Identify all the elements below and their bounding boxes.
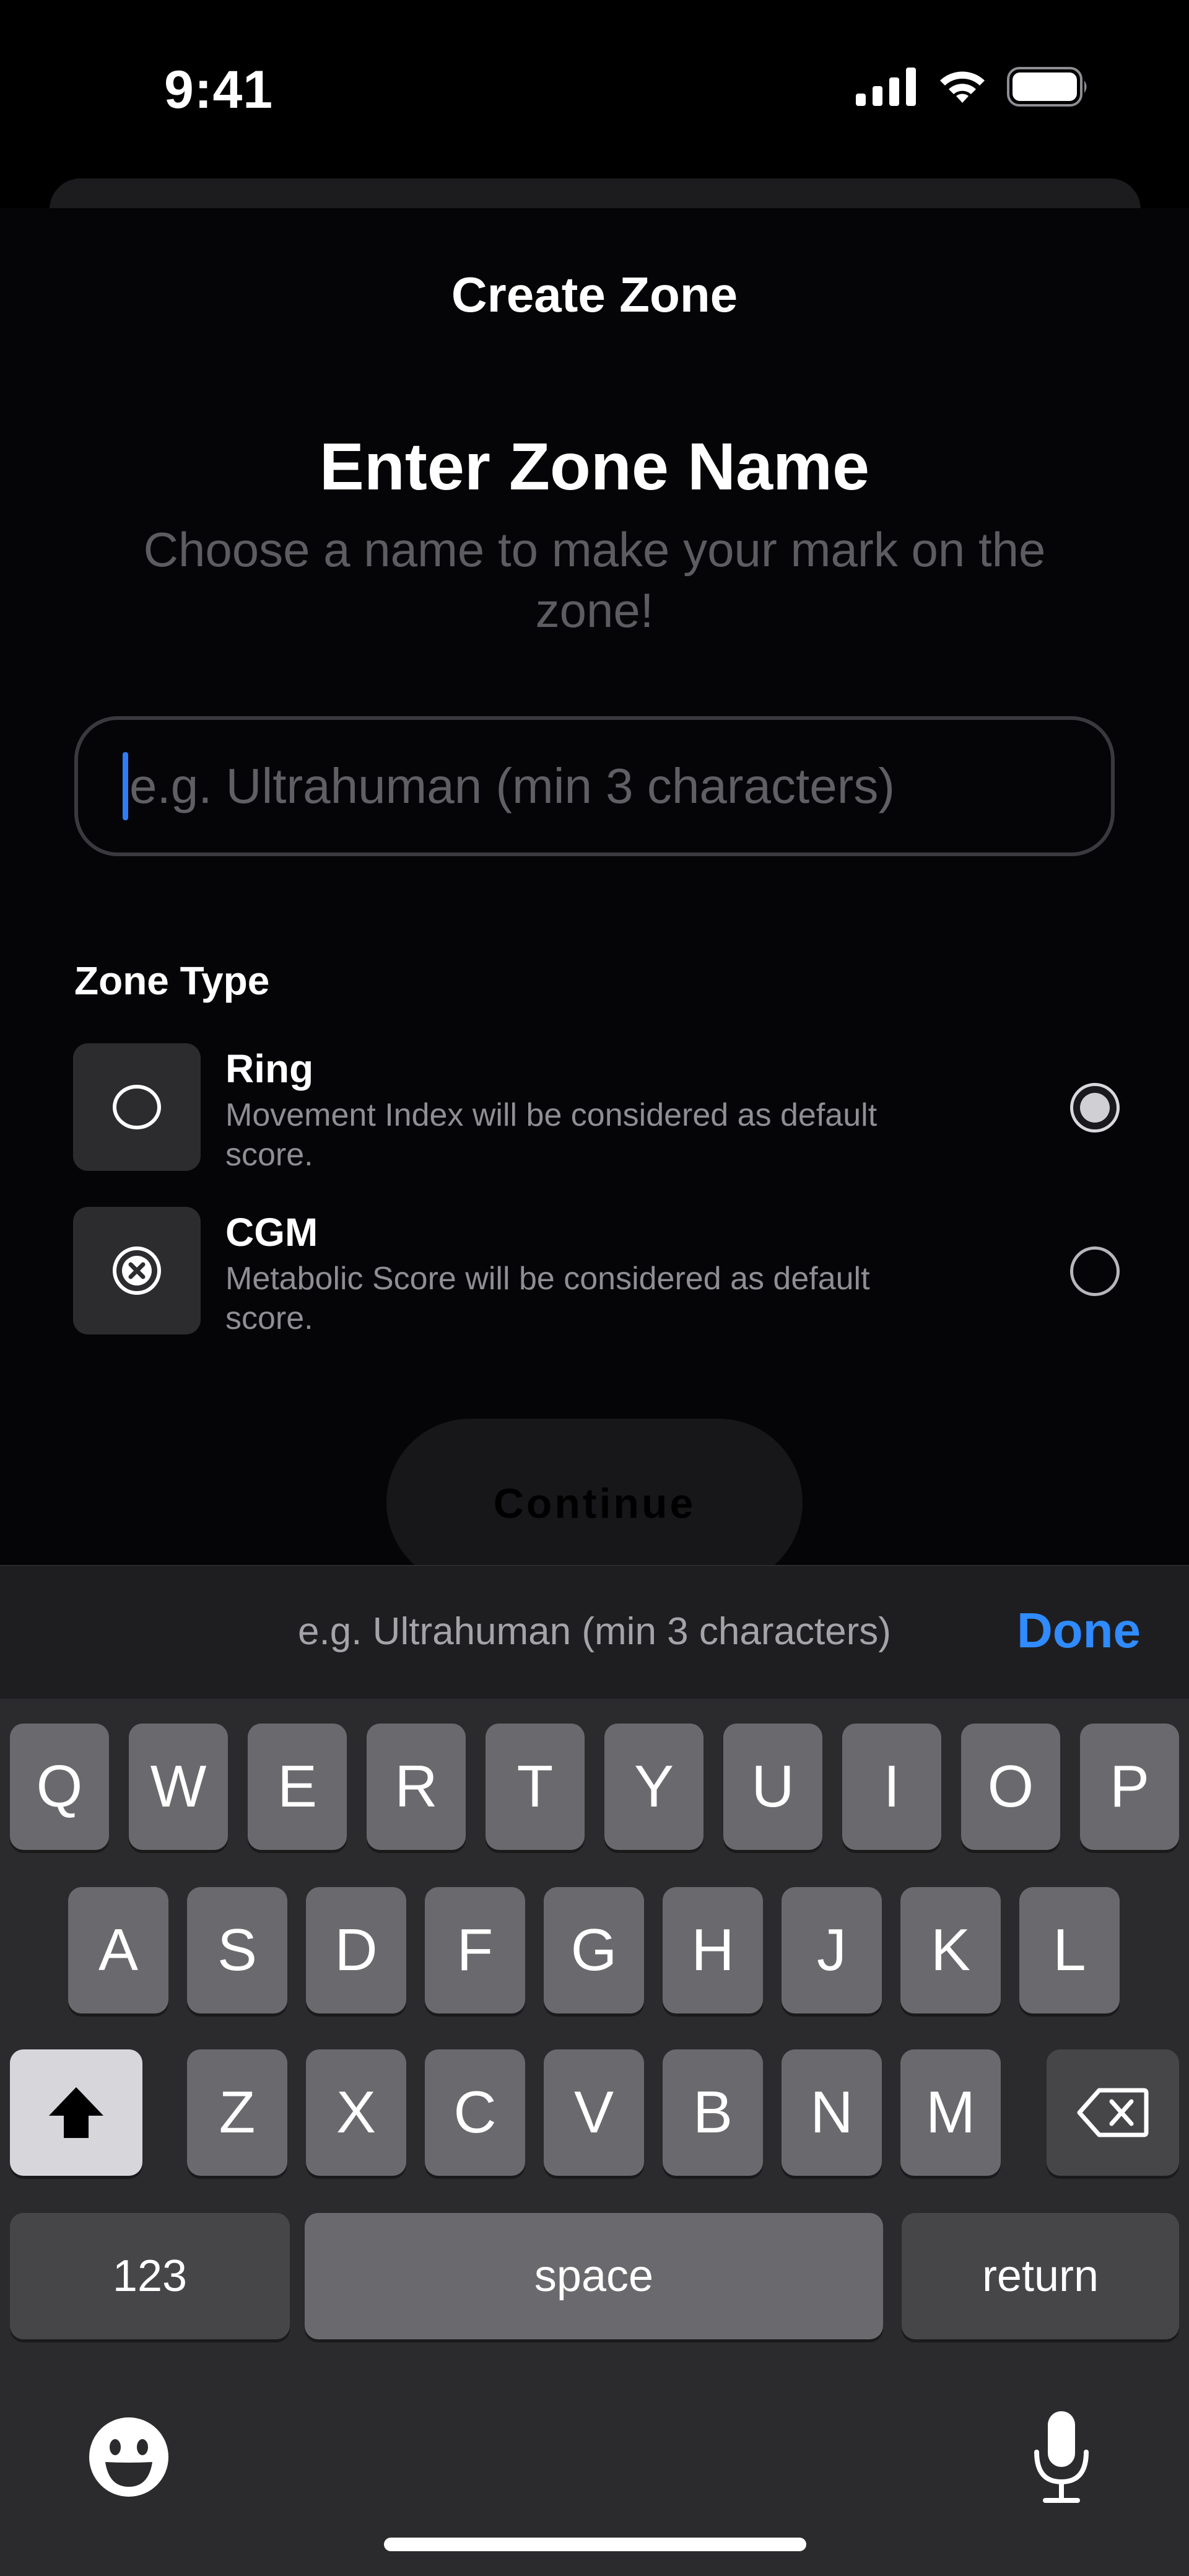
cellular-signal-icon [856, 68, 916, 106]
microphone-icon [1034, 2411, 1089, 2503]
key-c[interactable]: C [425, 2049, 525, 2176]
key-t[interactable]: T [486, 1724, 585, 1850]
page-heading: Enter Zone Name [319, 429, 870, 504]
dictation-key[interactable] [1030, 2409, 1092, 2508]
key-j[interactable]: J [782, 1887, 882, 2013]
zone-name-field[interactable] [74, 716, 1115, 856]
key-k[interactable]: K [900, 1887, 1001, 2013]
numbers-key[interactable]: 123 [10, 2213, 290, 2339]
zone-type-option-ring[interactable]: Ring Movement Index will be considered a… [73, 1043, 1120, 1173]
key-q[interactable]: Q [10, 1724, 109, 1850]
sheet-title: Create Zone [451, 267, 738, 322]
key-h[interactable]: H [663, 1887, 763, 2013]
emoji-key[interactable] [87, 2415, 171, 2502]
zone-name-input[interactable] [128, 758, 1074, 815]
zone-type-description: Metabolic Score will be considered as de… [225, 1261, 870, 1336]
key-p[interactable]: P [1080, 1724, 1179, 1850]
shift-icon [49, 2087, 103, 2138]
keyboard: Q W E R T Y U I O P A S D F G H J K L Z … [0, 1699, 1189, 2576]
done-button[interactable]: Done [1017, 1602, 1141, 1659]
key-l[interactable]: L [1019, 1887, 1120, 2013]
key-w[interactable]: W [129, 1724, 228, 1850]
zone-type-label: Zone Type [74, 958, 270, 1003]
zone-type-title: CGM [225, 1210, 318, 1255]
key-u[interactable]: U [723, 1724, 822, 1850]
zone-type-title: Ring [225, 1046, 314, 1091]
key-n[interactable]: N [782, 2049, 882, 2176]
emoji-icon [89, 2417, 168, 2497]
key-f[interactable]: F [425, 1887, 525, 2013]
key-x[interactable]: X [306, 2049, 406, 2176]
key-v[interactable]: V [544, 2049, 644, 2176]
key-i[interactable]: I [842, 1724, 941, 1850]
create-zone-sheet [0, 208, 1189, 1571]
ring-icon [73, 1043, 201, 1171]
return-key[interactable]: return [902, 2213, 1179, 2339]
key-d[interactable]: D [306, 1887, 406, 2013]
wifi-icon [940, 71, 985, 103]
status-bar: 9:41 [0, 0, 1189, 173]
radio-cgm[interactable] [1070, 1246, 1120, 1296]
space-key[interactable]: space [305, 2213, 883, 2339]
key-g[interactable]: G [544, 1887, 644, 2013]
continue-label: Continue [493, 1480, 696, 1527]
text-caret [123, 752, 128, 820]
home-indicator [384, 2538, 806, 2551]
shift-key[interactable] [10, 2049, 142, 2176]
radio-ring[interactable] [1070, 1083, 1120, 1132]
delete-key[interactable] [1047, 2049, 1179, 2176]
accessory-hint: e.g. Ultrahuman (min 3 characters) [298, 1610, 891, 1653]
key-o[interactable]: O [961, 1724, 1060, 1850]
key-m[interactable]: M [900, 2049, 1001, 2176]
key-b[interactable]: B [663, 2049, 763, 2176]
backspace-icon [1077, 2088, 1149, 2137]
status-icons [856, 67, 1090, 107]
key-s[interactable]: S [187, 1887, 287, 2013]
key-r[interactable]: R [367, 1724, 466, 1850]
keyboard-accessory-bar: e.g. Ultrahuman (min 3 characters) Done [0, 1565, 1189, 1699]
page-subheading: Choose a name to make your mark on the z… [143, 522, 1046, 637]
zone-type-description: Movement Index will be considered as def… [225, 1097, 878, 1173]
zone-type-option-cgm[interactable]: CGM Metabolic Score will be considered a… [73, 1207, 1120, 1336]
status-time: 9:41 [164, 60, 274, 120]
key-z[interactable]: Z [187, 2049, 287, 2176]
key-e[interactable]: E [248, 1724, 347, 1850]
continue-button[interactable]: Continue [386, 1419, 803, 1586]
key-y[interactable]: Y [604, 1724, 703, 1850]
battery-icon [1007, 67, 1087, 107]
cgm-icon [73, 1207, 201, 1334]
key-a[interactable]: A [68, 1887, 168, 2013]
